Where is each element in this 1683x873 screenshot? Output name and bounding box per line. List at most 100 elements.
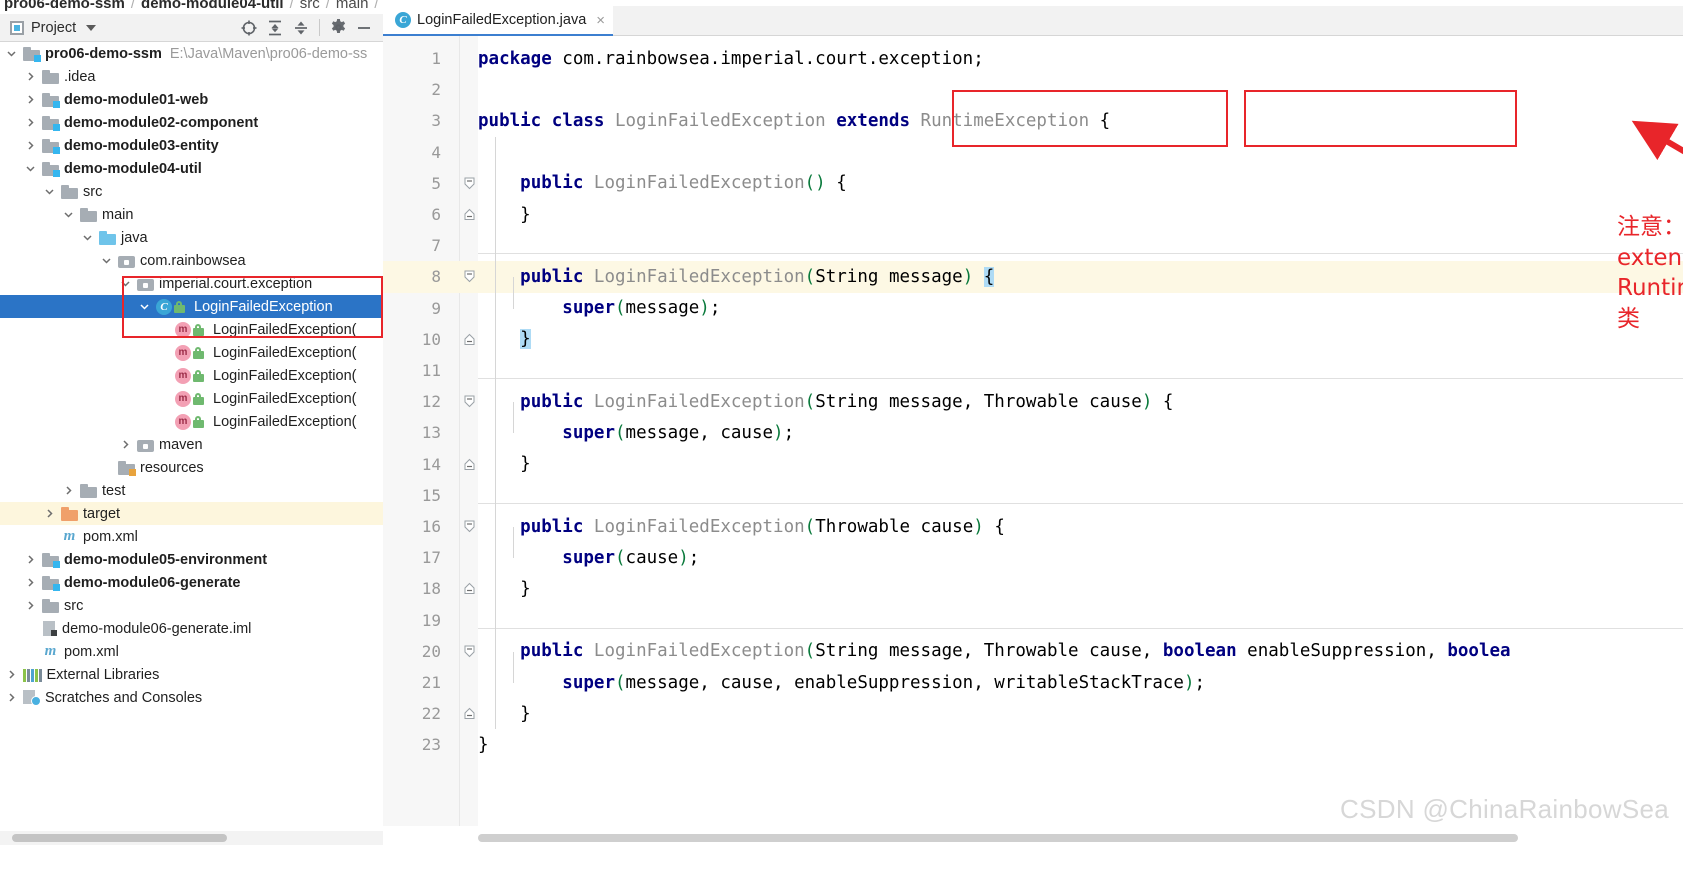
code-line[interactable]: 22 } xyxy=(383,698,1683,729)
tree-row[interactable]: demo-module01-web xyxy=(0,88,383,111)
breadcrumb-item[interactable]: main xyxy=(336,0,369,12)
code-line[interactable]: 10 } xyxy=(383,324,1683,355)
chevron-right-icon[interactable] xyxy=(23,70,37,84)
breadcrumb-item[interactable]: demo-module04-util xyxy=(141,0,284,12)
close-icon[interactable]: × xyxy=(596,12,605,29)
tree-row[interactable]: m LoginFailedException( xyxy=(0,387,383,410)
tree-row[interactable]: m pom.xml xyxy=(0,525,383,548)
chevron-down-icon[interactable] xyxy=(4,47,18,61)
tree-row[interactable]: maven xyxy=(0,433,383,456)
tree-row[interactable]: External Libraries xyxy=(0,663,383,686)
chevron-right-icon[interactable] xyxy=(23,139,37,153)
chevron-down-icon[interactable] xyxy=(99,254,113,268)
chevron-right-icon[interactable] xyxy=(23,576,37,590)
tree-row[interactable]: pro06-demo-ssm E:\Java\Maven\pro06-demo-s… xyxy=(0,42,383,65)
chevron-right-icon[interactable] xyxy=(23,93,37,107)
tree-row[interactable]: m pom.xml xyxy=(0,640,383,663)
editor-hscrollbar[interactable] xyxy=(478,831,1683,845)
tree-row[interactable]: src xyxy=(0,594,383,617)
tree-row[interactable]: java xyxy=(0,226,383,249)
tree-row[interactable]: demo-module04-util xyxy=(0,157,383,180)
chevron-right-icon[interactable] xyxy=(4,691,18,705)
chevron-right-icon[interactable] xyxy=(42,507,56,521)
chevron-down-icon[interactable] xyxy=(86,24,97,31)
locate-icon[interactable] xyxy=(236,15,262,41)
fold-end-icon[interactable] xyxy=(463,582,476,595)
settings-gear-icon[interactable] xyxy=(325,15,351,41)
tree-row[interactable]: resources xyxy=(0,456,383,479)
collapse-all-icon[interactable] xyxy=(288,15,314,41)
tree-row[interactable]: src xyxy=(0,180,383,203)
tree-row[interactable]: C LoginFailedException xyxy=(0,295,383,318)
fold-end-icon[interactable] xyxy=(463,458,476,471)
code-line[interactable]: 9 super(message); xyxy=(383,293,1683,324)
project-panel-header[interactable]: Project xyxy=(0,20,97,36)
tree-row[interactable]: m LoginFailedException( xyxy=(0,364,383,387)
expand-all-icon[interactable] xyxy=(262,15,288,41)
code-line[interactable]: 7 xyxy=(383,230,1683,261)
code-line[interactable]: 18 } xyxy=(383,573,1683,604)
tree-row[interactable]: m LoginFailedException( xyxy=(0,410,383,433)
code-line[interactable]: 2 xyxy=(383,74,1683,105)
chevron-down-icon[interactable] xyxy=(118,277,132,291)
code-line[interactable]: 13 super(message, cause); xyxy=(383,417,1683,448)
tree-row[interactable]: demo-module02-component xyxy=(0,111,383,134)
code-line[interactable]: 5 public LoginFailedException() { xyxy=(383,168,1683,199)
code-line[interactable]: 3 public class LoginFailedException exten… xyxy=(383,105,1683,136)
tree-row[interactable]: m LoginFailedException( xyxy=(0,318,383,341)
chevron-right-icon[interactable] xyxy=(23,553,37,567)
code-editor[interactable]: 1 package com.rainbowsea.imperial.court.e… xyxy=(383,36,1683,826)
code-line[interactable]: 19 xyxy=(383,605,1683,636)
code-line[interactable]: 17 super(cause); xyxy=(383,542,1683,573)
fold-end-icon[interactable] xyxy=(463,707,476,720)
tree-row[interactable]: .idea xyxy=(0,65,383,88)
project-tree-hscrollbar[interactable] xyxy=(0,831,383,845)
chevron-down-icon[interactable] xyxy=(80,231,94,245)
tree-row[interactable]: test xyxy=(0,479,383,502)
code-line[interactable]: 11 xyxy=(383,355,1683,386)
code-line[interactable]: 14 } xyxy=(383,449,1683,480)
code-line[interactable]: 4 xyxy=(383,137,1683,168)
fold-end-icon[interactable] xyxy=(463,208,476,221)
tab-login-failed-exception[interactable]: C LoginFailedException.java × xyxy=(383,6,614,36)
breadcrumb-item[interactable]: pro06-demo-ssm xyxy=(4,0,125,12)
code-line[interactable]: 6 } xyxy=(383,199,1683,230)
tree-row[interactable]: main xyxy=(0,203,383,226)
chevron-down-icon[interactable] xyxy=(137,300,151,314)
fold-end-icon[interactable] xyxy=(463,333,476,346)
fold-collapse-icon[interactable] xyxy=(463,270,476,283)
chevron-down-icon[interactable] xyxy=(42,185,56,199)
code-line[interactable]: 15 xyxy=(383,480,1683,511)
chevron-right-icon[interactable] xyxy=(61,484,75,498)
tree-row[interactable]: demo-module03-entity xyxy=(0,134,383,157)
code-line[interactable]: 1 package com.rainbowsea.imperial.court.e… xyxy=(383,43,1683,74)
chevron-down-icon[interactable] xyxy=(23,162,37,176)
tree-row[interactable]: Scratches and Consoles xyxy=(0,686,383,709)
fold-collapse-icon[interactable] xyxy=(463,395,476,408)
scrollbar-thumb[interactable] xyxy=(12,834,227,842)
project-tree[interactable]: pro06-demo-ssm E:\Java\Maven\pro06-demo-s… xyxy=(0,42,383,831)
fold-collapse-icon[interactable] xyxy=(463,520,476,533)
tree-row[interactable]: demo-module05-environment xyxy=(0,548,383,571)
tree-row[interactable]: com.rainbowsea xyxy=(0,249,383,272)
chevron-right-icon[interactable] xyxy=(118,438,132,452)
chevron-right-icon[interactable] xyxy=(4,668,18,682)
code-line[interactable]: 16 public LoginFailedException(Throwable… xyxy=(383,511,1683,542)
tree-row[interactable]: imperial.court.exception xyxy=(0,272,383,295)
hide-panel-icon[interactable] xyxy=(351,15,377,41)
code-line[interactable]: 23} xyxy=(383,729,1683,760)
code-line[interactable]: 12 public LoginFailedException(String me… xyxy=(383,386,1683,417)
tree-row[interactable]: target xyxy=(0,502,383,525)
tree-row[interactable]: demo-module06-generate.iml xyxy=(0,617,383,640)
chevron-down-icon[interactable] xyxy=(61,208,75,222)
code-line[interactable]: 21 super(message, cause, enableSuppressi… xyxy=(383,667,1683,698)
code-line[interactable]: 8 public LoginFailedException(String mes… xyxy=(383,261,1683,293)
scrollbar-thumb[interactable] xyxy=(478,834,1518,842)
fold-collapse-icon[interactable] xyxy=(463,177,476,190)
chevron-right-icon[interactable] xyxy=(23,599,37,613)
fold-collapse-icon[interactable] xyxy=(463,645,476,658)
tree-row[interactable]: demo-module06-generate xyxy=(0,571,383,594)
chevron-right-icon[interactable] xyxy=(23,116,37,130)
breadcrumb-item[interactable]: src xyxy=(300,0,320,12)
tree-row[interactable]: m LoginFailedException( xyxy=(0,341,383,364)
